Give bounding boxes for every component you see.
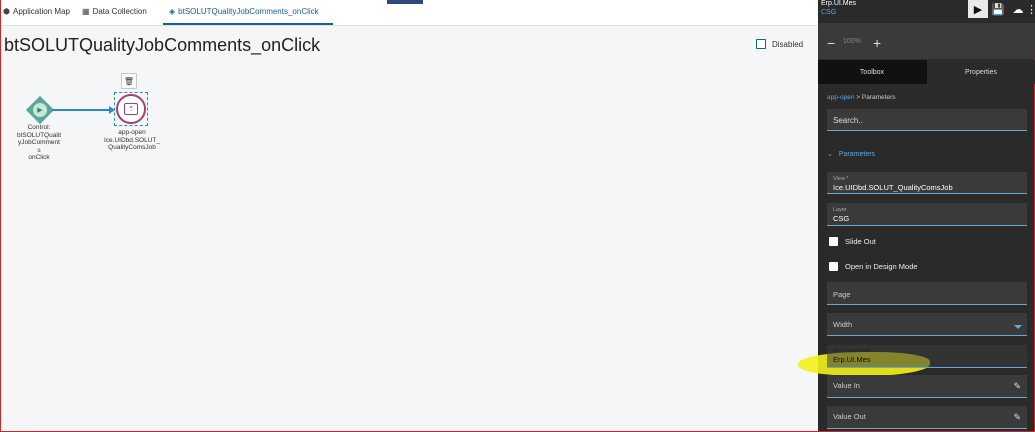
label-line: app-open: [118, 129, 146, 136]
trigger-node[interactable]: ▶: [25, 95, 55, 125]
field-label: View *: [833, 176, 849, 182]
zoom-in-button[interactable]: +: [873, 35, 881, 51]
field-label: Page: [833, 290, 851, 299]
field-label: Value Out: [833, 412, 866, 421]
label-line: yJobComment: [18, 139, 60, 146]
dropdown-icon: [1014, 325, 1022, 329]
page-field[interactable]: Page: [827, 282, 1027, 305]
breadcrumb: app-open > Parameters: [827, 94, 896, 101]
value-in-field[interactable]: Value In ✎: [827, 375, 1027, 398]
layer-field[interactable]: Layer CSG: [827, 203, 1027, 226]
sitemap-icon: ⬢: [3, 7, 10, 16]
field-value: Ice.UIDbd.SOLUT_QualityComsJob: [833, 183, 953, 192]
more-icon[interactable]: ⋮: [1026, 0, 1035, 18]
window-open-icon: ⇡: [124, 103, 138, 115]
app-name: Erp.UI.Mes: [821, 0, 857, 7]
breadcrumb-separator: >: [856, 94, 861, 101]
field-label: Width: [833, 320, 853, 329]
zoom-level: 100%: [843, 38, 861, 45]
play-icon: ▶: [32, 102, 48, 118]
table-icon: ▦: [82, 7, 90, 16]
panel-tabs: Toolbox Properties: [818, 60, 1035, 84]
label-line: btSOLUTQualit: [16, 131, 62, 139]
active-tab-underline: [163, 23, 333, 25]
breadcrumb-current: Parameters: [861, 94, 896, 101]
canvas-area: ⬢ Application Map ▦ Data Collection ◈ bt…: [0, 0, 819, 432]
tab-label: Data Collection: [92, 7, 147, 16]
slide-out-label: Slide Out: [845, 237, 876, 246]
search-input[interactable]: Search..: [827, 109, 1027, 131]
field-label: Value In: [833, 381, 860, 390]
label-line: QualityComsJob: [108, 144, 156, 151]
edit-icon[interactable]: ✎: [1013, 381, 1021, 392]
label-line: Ice.UIDbd.SOLUT_: [104, 136, 160, 144]
who-launched-field[interactable]: Who Launched Erp.UI.Mes: [827, 345, 1027, 368]
save-icon[interactable]: 💾: [988, 0, 1008, 18]
tab-label: btSOLUTQualityJobComments_onClick: [178, 7, 319, 16]
field-label: Layer: [833, 207, 847, 213]
trigger-node-label: Control: btSOLUTQualit yJobComment s onC…: [13, 124, 65, 162]
view-field[interactable]: View * Ice.UIDbd.SOLUT_QualityComsJob: [827, 172, 1027, 194]
event-icon: ◈: [169, 7, 176, 16]
tab-properties[interactable]: Properties: [927, 60, 1035, 84]
disabled-checkbox[interactable]: [756, 39, 766, 49]
width-select[interactable]: Width: [827, 313, 1027, 336]
label-line: Control:: [27, 124, 51, 131]
tab-data-collection[interactable]: ▦ Data Collection: [82, 7, 147, 26]
play-icon[interactable]: ▶: [968, 0, 988, 18]
disabled-toggle[interactable]: Disabled: [756, 39, 803, 49]
open-design-option[interactable]: Open in Design Mode: [829, 262, 918, 271]
top-marker: [387, 0, 423, 4]
label-line: onClick: [28, 154, 50, 161]
slide-out-checkbox[interactable]: [829, 237, 838, 246]
parameters-section[interactable]: ⌄ Parameters: [827, 150, 876, 159]
tab-event[interactable]: ◈ btSOLUTQualityJobComments_onClick: [163, 7, 333, 26]
zoom-bar: − 100% +: [818, 23, 1035, 59]
slide-out-option[interactable]: Slide Out: [829, 237, 876, 246]
layer-name: CSG: [821, 9, 837, 16]
edit-icon[interactable]: ✎: [1013, 412, 1021, 423]
zoom-out-button[interactable]: −: [827, 35, 835, 51]
open-design-label: Open in Design Mode: [845, 262, 918, 271]
header-actions: ▶ 💾 ☁ ⋮: [968, 0, 1035, 18]
tab-toolbox[interactable]: Toolbox: [818, 60, 926, 84]
panel-header: Erp.UI.Mes CSG ▶ 💾 ☁ ⋮: [818, 0, 1035, 23]
flow-connector: [52, 109, 112, 111]
delete-icon[interactable]: 🗑: [121, 73, 137, 89]
page-title: btSOLUTQualityJobComments_onClick: [4, 35, 321, 55]
tab-label: Application Map: [12, 7, 70, 16]
field-label: Who Launched: [833, 348, 870, 354]
cloud-upload-icon[interactable]: ☁: [1008, 0, 1028, 18]
breadcrumb-parent[interactable]: app-open: [827, 94, 854, 101]
section-title: Parameters: [838, 150, 876, 158]
field-value: Erp.UI.Mes: [833, 355, 871, 364]
chevron-down-icon: ⌄: [827, 151, 833, 158]
app-open-node-label: app-open Ice.UIDbd.SOLUT_ QualityComsJob: [101, 129, 163, 152]
value-out-field[interactable]: Value Out ✎: [827, 406, 1027, 429]
disabled-label: Disabled: [772, 39, 804, 49]
open-design-checkbox[interactable]: [829, 262, 838, 271]
tab-application-map[interactable]: ⬢ Application Map: [3, 7, 70, 26]
app-open-node[interactable]: ⇡: [116, 94, 146, 124]
label-line: s: [37, 146, 41, 154]
field-value: CSG: [833, 214, 850, 223]
